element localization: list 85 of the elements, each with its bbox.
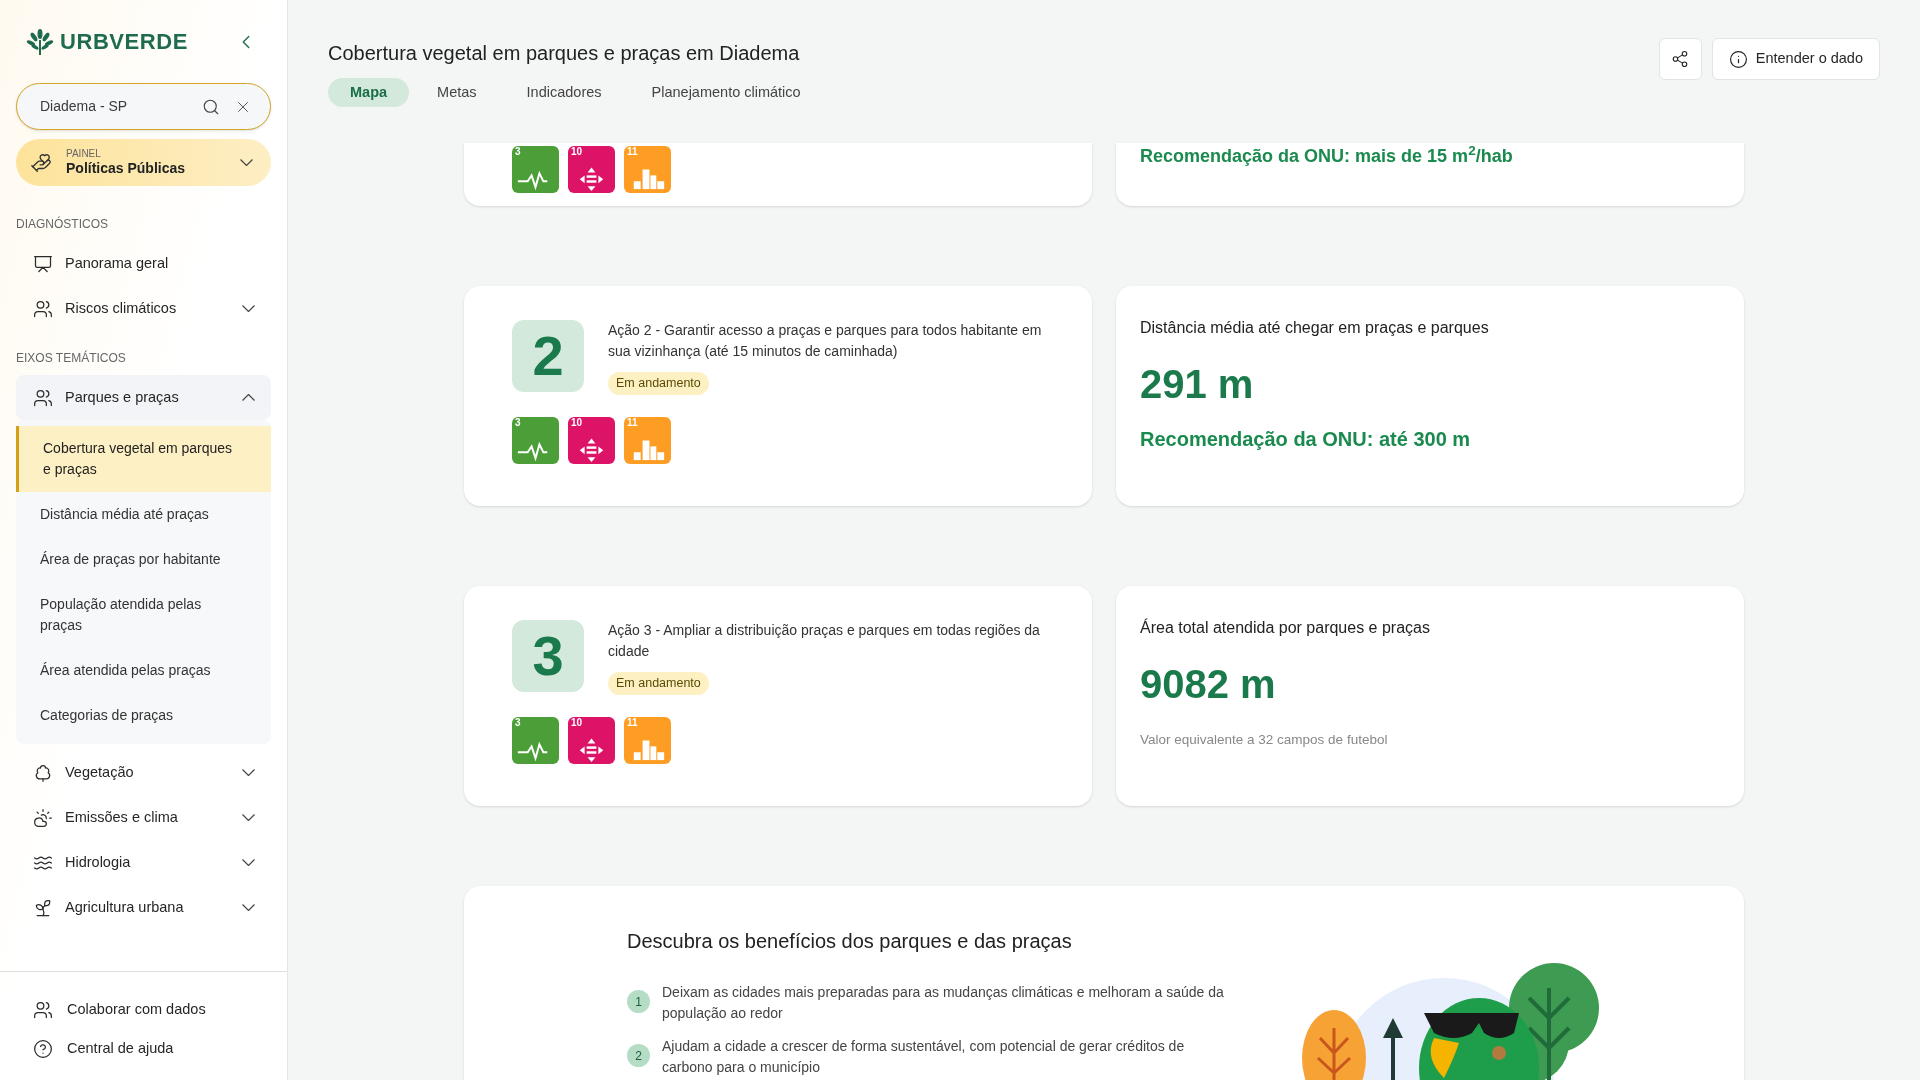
heartbeat-icon [516, 170, 549, 191]
share-button[interactable] [1658, 38, 1702, 80]
sidebar-item[interactable]: Emissões e clima [16, 795, 271, 840]
submenu-item[interactable]: Área de praças por habitante [16, 537, 271, 582]
arrows-equals-icon [579, 738, 604, 762]
people-icon [33, 999, 53, 1020]
city-buildings-icon [633, 440, 665, 460]
submenu-item[interactable]: Área atendida pelas praças [16, 648, 271, 693]
leaf-tree-logo-icon [26, 27, 54, 56]
page-title: Cobertura vegetal em parques e praças em Diadema [328, 41, 801, 66]
benefit-text: Deixam as cidades mais preparadas para as mudanças climáticas e melhoram a saúde da população ao redor [662, 983, 1225, 1023]
panel-title: Políticas Públicas [66, 160, 187, 178]
benefit-number: 1 [627, 990, 650, 1013]
city-search-field[interactable]: Diadema - SP [16, 83, 271, 130]
chevron-up-icon [242, 394, 255, 401]
sdg-number: 3 [515, 417, 521, 428]
action-number: 3 [512, 620, 584, 692]
chevron-down-icon [242, 859, 255, 866]
search-icon[interactable] [202, 97, 220, 116]
status-tag: Em andamento [608, 672, 709, 695]
info-icon [1728, 49, 1748, 69]
benefit-text: Ajudam a cidade a crescer de forma sustentável, com potencial de gerar créditos de carbono para o município [662, 1037, 1186, 1077]
benefit-number: 2 [627, 1044, 650, 1067]
footer-link[interactable]: Central de ajuda [16, 1029, 271, 1068]
sdg-number: 10 [571, 717, 583, 728]
footer-link[interactable]: Colaborar com dados [16, 990, 271, 1029]
sdg-number: 10 [571, 147, 583, 157]
share-icon [1671, 50, 1690, 68]
chevron-down-icon [242, 814, 255, 821]
sdg-number: 11 [627, 147, 638, 157]
people-icon [33, 387, 53, 408]
status-tag: Em andamento [608, 372, 709, 395]
action-description: Ação 3 - Ampliar a distribuição praças e parques em todas regiões da cidade [608, 621, 1041, 661]
un-recommendation: Recomendação da ONU: mais de 15 m$^{2}$/hab [1140, 146, 1513, 166]
sidebar-item[interactable]: Parques e praças [16, 375, 271, 420]
indicator-value: 291 m [1140, 364, 1255, 404]
panel-selector[interactable]: PAINEL Políticas Públicas [16, 139, 271, 186]
submenu-item[interactable]: Categorias de praças [16, 693, 271, 738]
city-buildings-icon [633, 169, 665, 190]
indicator-title: Distância média até chegar em praças e parques [1140, 318, 1490, 338]
un-recommendation: Recomendação da ONU: até 300 m [1140, 427, 1472, 452]
presentation-board-icon [33, 253, 53, 274]
comparison-note: Valor equivalente a 32 campos de futebol [1140, 731, 1389, 749]
arrows-equals-icon [579, 438, 604, 462]
tree-icon [33, 762, 53, 783]
sidebar-item[interactable]: Riscos climáticos [16, 286, 271, 331]
panel-caption: PAINEL [66, 147, 102, 160]
help-icon [33, 1038, 53, 1059]
section-title: EIXOS TEMÁTICOS [16, 349, 127, 367]
sidebar-item[interactable]: Hidrologia [16, 840, 271, 885]
action-description: Ação 2 - Garantir acesso a praças e parques para todos habitante em sua vizinhança (até 15 minutos de caminhada) [608, 321, 1043, 361]
sidebar-item[interactable]: Vegetação [16, 750, 271, 795]
sdg-number: 11 [627, 417, 638, 428]
sdg-number: 10 [571, 417, 583, 428]
arrows-equals-icon [579, 167, 604, 192]
heartbeat-icon [516, 741, 549, 762]
sidebar-item[interactable]: Agricultura urbana [16, 885, 271, 930]
submenu-item[interactable]: Cobertura vegetal em parques e praças [16, 426, 271, 492]
chevron-down-icon [242, 305, 255, 312]
view-tab[interactable]: Planejamento climático [629, 78, 823, 107]
chevron-down-icon [240, 159, 253, 166]
heartbeat-icon [516, 441, 549, 462]
cloud-sun-icon [33, 807, 53, 828]
section-title: DIAGNÓSTICOS [16, 215, 109, 233]
view-tab[interactable]: Mapa [328, 78, 410, 107]
sidebar-item[interactable]: Panorama geral [16, 241, 271, 286]
sdg-number: 3 [515, 717, 521, 728]
submenu-item[interactable]: Distância média até praças [16, 492, 271, 537]
view-tab[interactable]: Indicadores [504, 78, 624, 107]
action-number: 2 [512, 320, 584, 392]
submenu-item[interactable]: População atendida pelas praças [16, 582, 271, 648]
people-icon [33, 298, 53, 319]
indicator-title: Área total atendida por parques e praças [1140, 617, 1431, 638]
sdg-number: 3 [515, 147, 521, 157]
chevron-down-icon [242, 904, 255, 911]
sprout-icon [33, 897, 53, 918]
brand-name: URBVERDE [60, 28, 188, 56]
sdg-number: 11 [627, 717, 638, 728]
benefits-title: Descubra os benefícios dos parques e das praças [627, 929, 1073, 954]
understand-data-button[interactable]: Entender o dado [1711, 38, 1880, 80]
chevron-down-icon [242, 769, 255, 776]
city-buildings-icon [633, 740, 665, 760]
view-tab[interactable]: Metas [415, 78, 499, 107]
indicator-value: 9082 m [1140, 664, 1277, 704]
city-search-value: Diadema - SP [40, 97, 129, 116]
